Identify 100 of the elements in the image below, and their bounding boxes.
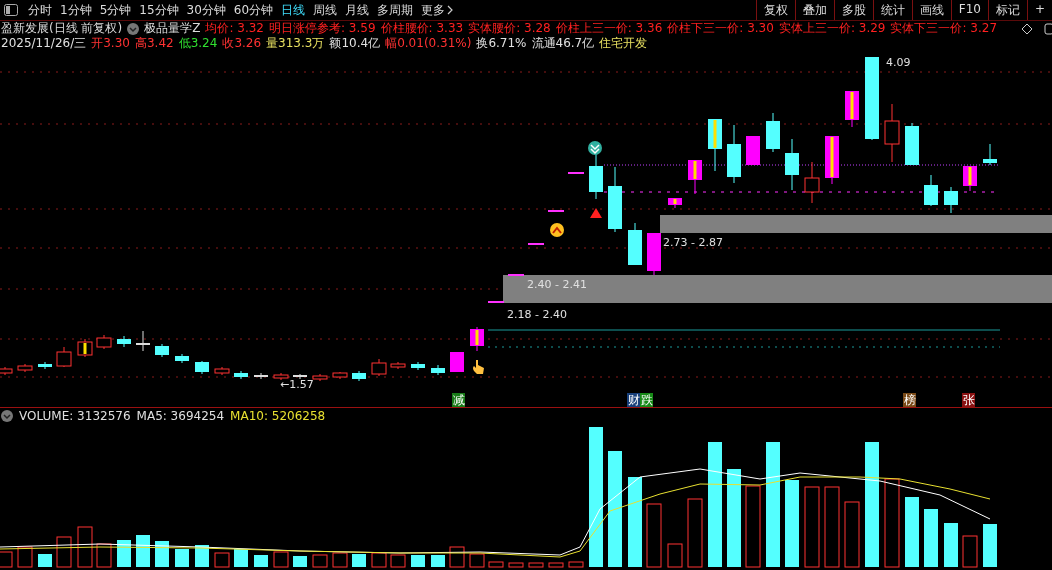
candlestick xyxy=(117,335,131,348)
candlestick xyxy=(312,373,328,382)
candlestick xyxy=(963,165,977,192)
candlestick xyxy=(785,138,799,191)
indicator-value: 价柱上三一价: 3.36 xyxy=(555,20,663,37)
candlestick xyxy=(766,112,780,153)
toolbar-button[interactable]: 叠加 xyxy=(794,0,834,20)
toolbar-button[interactable]: 多股 xyxy=(833,0,873,20)
diamond-icon[interactable] xyxy=(1021,22,1033,35)
toolbar-button[interactable]: 复权 xyxy=(755,0,795,20)
period-tab[interactable]: 更多 xyxy=(421,1,446,19)
candlestick xyxy=(708,118,722,172)
candlestick xyxy=(56,346,72,368)
candlestick xyxy=(332,371,348,380)
candlestick xyxy=(647,232,661,276)
price-label: 2.73 - 2.87 xyxy=(663,236,723,249)
candlestick xyxy=(905,122,919,166)
sidebar-toggle-icon[interactable] xyxy=(4,4,18,16)
indicator-value: 明日涨停参考: 3.59 xyxy=(269,20,376,37)
dropdown-icon[interactable] xyxy=(1,410,13,422)
candlestick xyxy=(292,373,308,380)
toolbar-button[interactable]: F10 xyxy=(950,0,988,20)
event-marker[interactable]: 跌 xyxy=(640,393,653,407)
candlestick xyxy=(155,343,169,358)
period-tab[interactable]: 月线 xyxy=(345,1,370,19)
volume-bar xyxy=(38,554,52,567)
candlestick xyxy=(96,334,112,350)
indicator-value: 实体上三一价: 3.29 xyxy=(778,20,886,37)
quote-value: 收3.26 xyxy=(222,35,262,52)
candlestick xyxy=(688,159,702,195)
period-tab[interactable]: 15分钟 xyxy=(139,1,179,19)
quote-value: 低3.24 xyxy=(178,35,218,52)
period-tab[interactable]: 日线 xyxy=(281,1,306,19)
event-marker[interactable]: 榜 xyxy=(903,393,916,407)
candlestick xyxy=(628,222,642,266)
quote-value: 换6.71% xyxy=(476,35,527,52)
event-marker[interactable]: 张 xyxy=(962,393,975,407)
candlestick xyxy=(487,301,505,303)
quote-value: 高3.42 xyxy=(134,35,174,52)
candlestick xyxy=(431,364,445,376)
toolbar-button[interactable]: 统计 xyxy=(872,0,912,20)
candlestick xyxy=(371,358,387,377)
stock-title: 盈新发展(日线 前复权) xyxy=(1,20,123,37)
dropdown-icon[interactable] xyxy=(127,22,140,35)
event-marker[interactable]: 财 xyxy=(627,393,640,407)
candlestick xyxy=(470,326,484,352)
candlestick xyxy=(547,210,565,212)
candlestick xyxy=(884,103,900,163)
volume-bar xyxy=(944,523,958,567)
price-label: 4.09 xyxy=(886,56,911,69)
volume-bar xyxy=(293,556,307,567)
quote-value: 流通46.7亿 xyxy=(531,35,595,52)
candlestick xyxy=(273,372,289,381)
indicator-name: 极品量学Z xyxy=(144,20,201,37)
period-tab[interactable]: 5分钟 xyxy=(99,1,132,19)
toolbar-button[interactable]: + xyxy=(1026,0,1052,20)
quote-value: 开3.30 xyxy=(91,35,130,52)
triangle-icon xyxy=(590,208,602,218)
candlestick xyxy=(234,370,248,380)
volume-bar xyxy=(175,549,189,567)
quote-value: 量313.3万 xyxy=(266,35,325,52)
candlestick xyxy=(135,330,151,352)
period-tab[interactable]: 30分钟 xyxy=(186,1,226,19)
quote-value: 住宅开发 xyxy=(599,35,648,52)
chevron-right-icon[interactable] xyxy=(447,5,454,15)
toolbar-button[interactable]: 画线 xyxy=(911,0,951,20)
candlestick xyxy=(804,161,820,204)
candlestick xyxy=(175,353,189,364)
volume-bar xyxy=(352,554,366,567)
toolbar-button[interactable]: 标记 xyxy=(987,0,1027,20)
volume-bar xyxy=(117,540,131,567)
candlestick xyxy=(390,361,406,370)
hand-pointer-icon xyxy=(473,360,484,374)
volume-bar xyxy=(924,509,938,567)
volume-bar xyxy=(905,497,919,567)
candlestick xyxy=(983,143,997,166)
candlestick xyxy=(924,174,938,207)
period-tab[interactable]: 多周期 xyxy=(377,1,414,19)
indicator-value: 均价: 3.32 xyxy=(205,20,264,37)
period-tab[interactable]: 1分钟 xyxy=(60,1,92,19)
candlestick xyxy=(845,90,859,128)
candlestick xyxy=(825,135,839,185)
period-tab[interactable]: 60分钟 xyxy=(233,1,274,19)
candlestick xyxy=(253,372,269,380)
candlestick xyxy=(608,166,622,233)
candlestick xyxy=(38,361,52,370)
quote-value: 幅0.01(0.31%) xyxy=(385,35,472,52)
period-tab[interactable]: 周线 xyxy=(313,1,338,19)
candlestick xyxy=(411,361,425,371)
down-signal-icon xyxy=(588,141,602,155)
volume-bar xyxy=(431,555,445,567)
period-tab[interactable]: 分时 xyxy=(28,1,52,19)
indicator-value: 实体腰价: 3.28 xyxy=(468,20,551,37)
candlestick xyxy=(214,366,230,376)
event-marker[interactable]: 减 xyxy=(452,393,465,407)
price-label: 2.40 - 2.41 xyxy=(527,278,587,291)
volume-value: VOLUME: 3132576 xyxy=(19,409,131,423)
candlestick xyxy=(77,338,93,358)
indicator-value: 价柱腰价: 3.33 xyxy=(380,20,464,37)
candlestick xyxy=(567,172,585,174)
